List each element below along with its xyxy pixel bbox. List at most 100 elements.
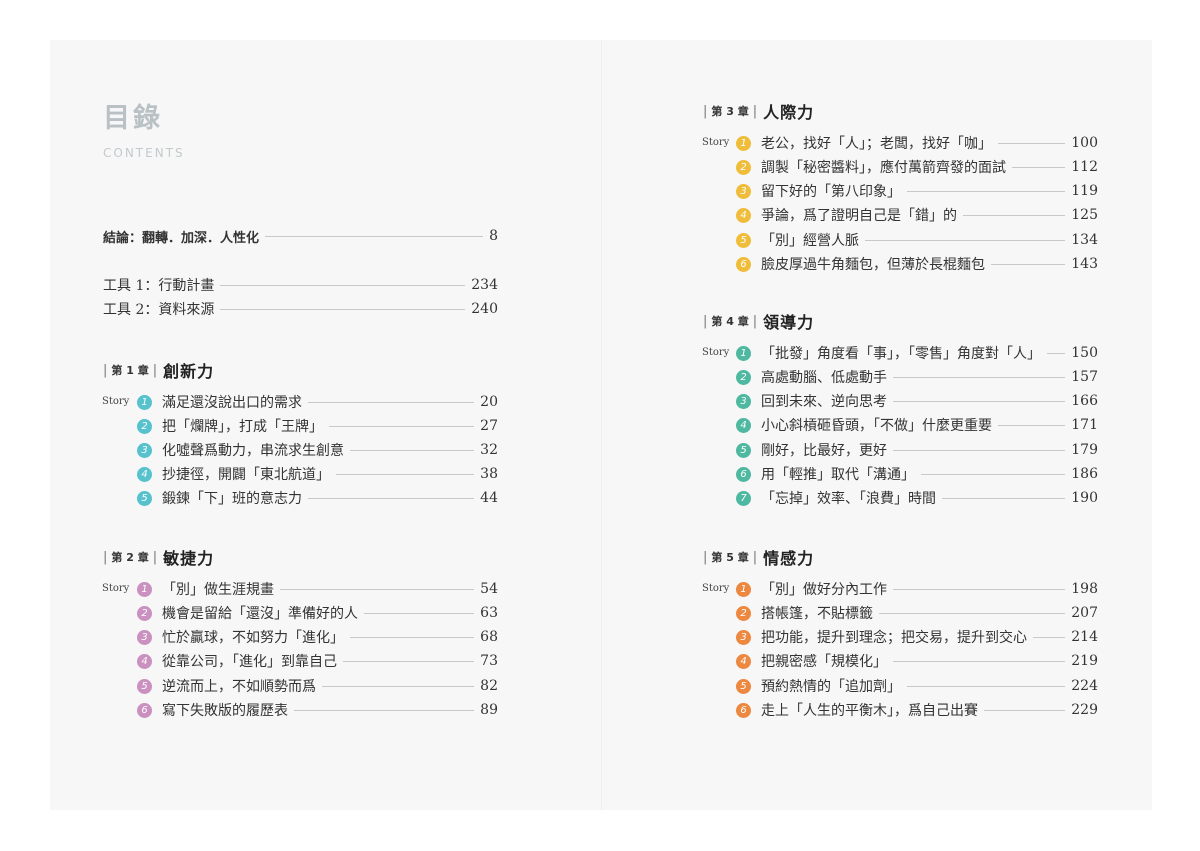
toc-story-entry[interactable]: 6 走上「人生的平衡木」，爲自己出賽 229 xyxy=(736,700,1098,720)
story-page: 112 xyxy=(1071,159,1098,175)
toc-story-entry[interactable]: 3 回到未來、逆向思考 166 xyxy=(736,391,1098,411)
story-number-badge: 3 xyxy=(736,183,751,199)
toc-story-entry[interactable]: 4 抄捷徑，開闢「東北航道」 38 xyxy=(137,464,498,484)
leader-line xyxy=(921,473,1066,475)
leader-line xyxy=(998,142,1066,144)
toc-story-entry[interactable]: 6 寫下失敗版的履歷表 89 xyxy=(137,700,498,720)
toc-entry-title: 工具 2：資料來源 xyxy=(103,302,215,318)
leader-line xyxy=(364,612,475,614)
toc-story-entry[interactable]: 2 搭帳篷，不貼標籤 207 xyxy=(736,603,1098,623)
toc-story-entry[interactable]: 1 滿足還沒說出口的需求 20 xyxy=(137,392,498,412)
toc-story-entry[interactable]: 5 「別」經營人脈 134 xyxy=(736,230,1098,250)
story-page: 224 xyxy=(1071,678,1098,694)
leader-line xyxy=(984,709,1066,711)
toc-entry-page: 8 xyxy=(489,228,498,244)
leader-line xyxy=(893,449,1066,451)
toc-story-entry[interactable]: 5 剛好，比最好，更好 179 xyxy=(736,440,1098,460)
story-number-badge: 2 xyxy=(736,159,751,175)
story-title: 抄捷徑，開闢「東北航道」 xyxy=(162,467,330,483)
toc-story-entry[interactable]: 3 化噓聲爲動力，串流求生創意 32 xyxy=(137,440,498,460)
story-number-badge: 4 xyxy=(137,466,152,482)
story-number-badge: 2 xyxy=(137,605,152,621)
story-title: 搭帳篷，不貼標籤 xyxy=(761,606,873,622)
toc-tool-entry[interactable]: 工具 1：行動計畫 234 xyxy=(103,275,498,295)
toc-story-entry[interactable]: 4 把親密感「規模化」 219 xyxy=(736,651,1098,671)
story-page: 63 xyxy=(480,605,498,621)
toc-story-entry[interactable]: 1 「別」做好分內工作 198 xyxy=(736,579,1098,599)
story-label: Story xyxy=(702,583,730,594)
story-number-badge: 6 xyxy=(736,256,751,272)
toc-story-entry[interactable]: 2 高處動腦、低處動手 157 xyxy=(736,367,1098,387)
toc-story-entry[interactable]: 6 用「輕推」取代「溝通」 186 xyxy=(736,464,1098,484)
leader-line xyxy=(893,660,1066,662)
story-number-badge: 3 xyxy=(736,629,751,645)
toc-story-entry[interactable]: 1 老公，找好「人」；老闆，找好「咖」 100 xyxy=(736,133,1098,153)
toc-story-entry[interactable]: 2 把「爛牌」，打成「王牌」 27 xyxy=(137,416,498,436)
heading-divider: | xyxy=(103,549,108,565)
chapter-name: 創新力 xyxy=(163,362,215,381)
story-label: Story xyxy=(102,396,130,407)
leader-line xyxy=(308,497,475,499)
chapter-name: 人際力 xyxy=(763,103,815,122)
story-title: 化噓聲爲動力，串流求生創意 xyxy=(162,443,344,459)
heading-divider: | xyxy=(703,313,708,329)
story-page: 125 xyxy=(1071,207,1098,223)
chapter-5-heading: | 第 5 章 | 情感力 xyxy=(699,545,814,569)
story-page: 207 xyxy=(1071,605,1098,621)
story-number-badge: 5 xyxy=(736,678,751,694)
toc-entry-title: 工具 1：行動計畫 xyxy=(103,278,215,294)
toc-story-entry[interactable]: 4 爭論，爲了證明自己是「錯」的 125 xyxy=(736,205,1098,225)
toc-story-entry[interactable]: 4 從靠公司，「進化」到靠自己 73 xyxy=(137,651,498,671)
story-page: 44 xyxy=(480,490,498,506)
toc-tool-entry[interactable]: 工具 2：資料來源 240 xyxy=(103,299,498,319)
toc-story-entry[interactable]: 5 逆流而上，不如順勢而爲 82 xyxy=(137,676,498,696)
story-number-badge: 2 xyxy=(137,418,152,434)
story-number-badge: 1 xyxy=(137,394,152,410)
story-title: 「別」做生涯規畫 xyxy=(162,582,274,598)
leader-line xyxy=(220,308,466,310)
story-title: 從靠公司，「進化」到靠自己 xyxy=(162,654,337,670)
toc-story-entry[interactable]: 3 忙於贏球，不如努力「進化」 68 xyxy=(137,627,498,647)
story-number-badge: 1 xyxy=(736,345,751,361)
story-label: Story xyxy=(102,583,130,594)
leader-line xyxy=(220,284,466,286)
story-page: 219 xyxy=(1071,653,1098,669)
story-number-badge: 5 xyxy=(736,232,751,248)
toc-story-entry[interactable]: 2 調製「秘密醬料」，應付萬箭齊發的面試 112 xyxy=(736,157,1098,177)
story-title: 把「爛牌」，打成「王牌」 xyxy=(162,419,323,435)
toc-intro-entry[interactable]: 結論：翻轉．加深．人性化 8 xyxy=(103,226,498,246)
leader-line xyxy=(907,190,1066,192)
chapter-name: 領導力 xyxy=(763,313,815,332)
story-title: 臉皮厚過牛角麵包，但薄於長棍麵包 xyxy=(761,257,985,273)
story-label: Story xyxy=(702,347,730,358)
leader-line xyxy=(343,660,475,662)
toc-story-entry[interactable]: 2 機會是留給「還沒」準備好的人 63 xyxy=(137,603,498,623)
story-title: 「忘掉」效率、「浪費」時間 xyxy=(761,491,936,507)
leader-line xyxy=(329,425,475,427)
story-page: 54 xyxy=(480,581,498,597)
toc-story-entry[interactable]: 1 「批發」角度看「事」，「零售」角度對「人」 150 xyxy=(736,343,1098,363)
story-title: 「別」經營人脈 xyxy=(761,233,859,249)
toc-story-entry[interactable]: 6 臉皮厚過牛角麵包，但薄於長棍麵包 143 xyxy=(736,254,1098,274)
story-number-badge: 4 xyxy=(736,653,751,669)
chapter-2-heading: | 第 2 章 | 敏捷力 xyxy=(99,545,214,569)
toc-story-entry[interactable]: 3 留下好的「第八印象」 119 xyxy=(736,181,1098,201)
chapter-3-heading: | 第 3 章 | 人際力 xyxy=(699,99,814,123)
heading-divider: | xyxy=(752,103,758,119)
toc-story-entry[interactable]: 7 「忘掉」效率、「浪費」時間 190 xyxy=(736,488,1098,508)
leader-line xyxy=(893,376,1066,378)
toc-story-entry[interactable]: 5 鍛鍊「下」班的意志力 44 xyxy=(137,488,498,508)
toc-story-entry[interactable]: 4 小心斜槓砸昏頭，「不做」什麼更重要 171 xyxy=(736,415,1098,435)
toc-story-entry[interactable]: 5 預約熱情的「追加劑」 224 xyxy=(736,676,1098,696)
story-page: 214 xyxy=(1071,629,1098,645)
chapter-label: 第 5 章 xyxy=(711,551,749,564)
story-number-badge: 3 xyxy=(137,442,152,458)
story-title: 「別」做好分內工作 xyxy=(761,582,887,598)
story-number-badge: 1 xyxy=(137,581,152,597)
toc-story-entry[interactable]: 1 「別」做生涯規畫 54 xyxy=(137,579,498,599)
story-number-badge: 6 xyxy=(137,702,152,718)
story-page: 166 xyxy=(1071,393,1098,409)
toc-story-entry[interactable]: 3 把功能，提升到理念；把交易，提升到交心 214 xyxy=(736,627,1098,647)
heading-divider: | xyxy=(703,549,708,565)
page-subtitle: CONTENTS xyxy=(103,146,185,160)
